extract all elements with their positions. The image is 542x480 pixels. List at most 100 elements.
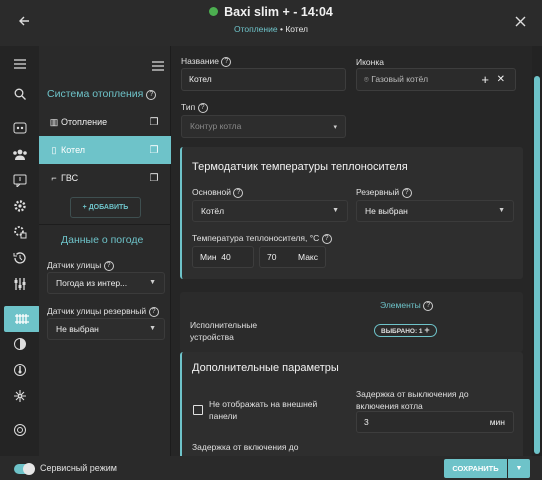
system-title: Система отопления ? [47,88,157,100]
toggle-knob [23,463,35,475]
max-temp-input[interactable]: 70 Макс [259,246,326,268]
breadcrumb: Отопление • Котел [0,24,542,34]
boiler-icon: ▯ [51,144,57,155]
users-icon[interactable] [10,144,30,164]
close-icon[interactable] [510,12,530,32]
help-icon[interactable]: ? [103,261,114,271]
actuators-section: Элементы ? Исполнительные устройства ВЫБР… [180,292,523,352]
messages-icon[interactable] [10,170,30,190]
system-item-boiler[interactable]: ▯ Котел ❐ [39,136,171,164]
selected-count-pill[interactable]: ВЫБРАНО: 1 + [374,324,437,337]
type-select[interactable]: Контур котла ▾ [181,115,346,138]
help-icon[interactable]: ? [221,57,232,67]
street-sensor-label: Датчик улицы ? [47,260,114,271]
primary-sensor-label: Основной ? [192,187,244,198]
min-label: Мин [200,252,217,262]
street-sensor-backup-select[interactable]: Не выбран ▼ [47,318,165,340]
max-label: Макс [298,252,318,262]
weather-title: Данные о погоде [61,234,144,246]
off-delay-value: 3 [364,417,369,427]
add-icon[interactable]: + [481,69,489,90]
footer: Сервисный режим СОХРАНИТЬ ▼ [0,456,542,480]
hide-on-panel-label: Не отображать на внешней панели [209,399,318,421]
elements-label: Элементы ? [380,300,434,311]
scrollbar[interactable] [532,46,542,456]
extra-params-title: Дополнительные параметры [192,362,339,374]
help-icon[interactable]: ? [148,307,159,317]
save-button[interactable]: СОХРАНИТЬ [444,459,507,478]
menu-icon[interactable] [10,54,30,74]
chevron-down-icon: ▼ [498,207,505,214]
boiler-settings: Название ? Котел Иконка ⌾ Газовый котёл … [172,46,529,456]
heating-radiator-icon[interactable] [4,306,40,332]
scrollbar-thumb[interactable] [534,76,540,454]
device-title: Baxi slim + - 14:04 [224,5,333,19]
icon-label: Иконка [356,57,384,67]
save-options-chevron-icon[interactable]: ▼ [508,459,530,478]
type-label: Тип ? [181,102,208,113]
automation-icon[interactable] [10,222,30,242]
primary-sensor-select[interactable]: Котёл ▼ [192,200,348,222]
sliders-icon[interactable] [10,274,30,294]
service-mode-label: Сервисный режим [40,463,117,473]
street-sensor-select[interactable]: Погода из интер... ▼ [47,272,165,294]
copy-icon[interactable]: ❐ [147,117,161,128]
coolant-temp-label: Температура теплоносителя, °C ? [192,233,332,244]
breadcrumb-parent[interactable]: Отопление [234,24,278,34]
help-icon[interactable]: ? [401,188,412,198]
thermometer-icon[interactable] [10,360,30,380]
sensor-card-title: Термодатчик температуры теплоносителя [192,161,408,173]
icon-picker[interactable]: ⌾ Газовый котёл + ✕ [356,68,516,91]
breadcrumb-current: Котел [285,24,309,34]
backup-sensor-label: Резервный ? [356,187,412,198]
page-title: Baxi slim + - 14:04 [0,5,542,19]
chevron-down-icon: ▾ [333,124,337,131]
sensor-card: Термодатчик температуры теплоносителя Ос… [180,147,523,279]
ventilation-icon[interactable] [10,386,30,406]
max-value: 70 [267,252,277,262]
radiator-icon: ▥ [49,116,59,127]
name-label: Название ? [181,56,232,67]
plus-icon: + [82,204,87,211]
help-icon[interactable]: ? [146,90,157,100]
power-icon[interactable] [10,420,30,440]
faucet-icon: ⌐ [51,173,57,183]
off-delay-unit: мин [489,417,505,427]
service-mode-toggle[interactable] [14,463,35,475]
hide-on-panel-checkbox[interactable] [193,405,203,415]
nav-rail [0,46,40,456]
online-status-dot [209,7,219,16]
search-icon[interactable] [10,84,30,104]
settings-cog-icon[interactable] [10,196,30,216]
min-value: 40 [221,252,231,262]
backup-sensor-select[interactable]: Не выбран ▼ [356,200,514,222]
icon-value: Газовый котёл [371,74,429,84]
actuators-label: Исполнительные устройства [190,320,258,342]
history-icon[interactable] [10,248,30,268]
extra-params-card: Дополнительные параметры Не отображать н… [180,352,523,456]
copy-icon[interactable]: ❐ [147,145,161,156]
divider [39,224,171,225]
help-icon[interactable]: ? [423,301,434,311]
plus-icon: + [424,325,430,335]
name-input[interactable]: Котел [181,68,346,91]
system-item-hot-water[interactable]: ⌐ ГВС ❐ [39,164,171,192]
system-panel: Система отопления ? ▥ Отопление ❐ ▯ Коте… [39,46,171,456]
min-temp-input[interactable]: Мин 40 [192,246,254,268]
system-item-heating[interactable]: ▥ Отопление ❐ [39,108,171,136]
off-delay-input[interactable]: 3 мин [356,411,514,433]
add-button[interactable]: + ДОБАВИТЬ [70,197,141,218]
help-icon[interactable]: ? [197,103,208,113]
copy-icon[interactable]: ❐ [147,173,161,184]
system-item-label: ГВС [61,173,79,183]
controller-icon[interactable] [10,118,30,138]
panel-menu-icon[interactable] [152,58,164,76]
on-delay-label: Задержка от включения до [192,442,299,452]
help-icon[interactable]: ? [321,234,332,244]
clear-icon[interactable]: ✕ [497,69,505,90]
off-delay-label: Задержка от выключения до включения котла [356,389,469,411]
street-sensor-backup-label: Датчик улицы резервный ? [47,306,159,317]
help-icon[interactable]: ? [233,188,244,198]
pin-icon: ⌾ [364,75,369,84]
light-icon[interactable] [10,334,30,354]
